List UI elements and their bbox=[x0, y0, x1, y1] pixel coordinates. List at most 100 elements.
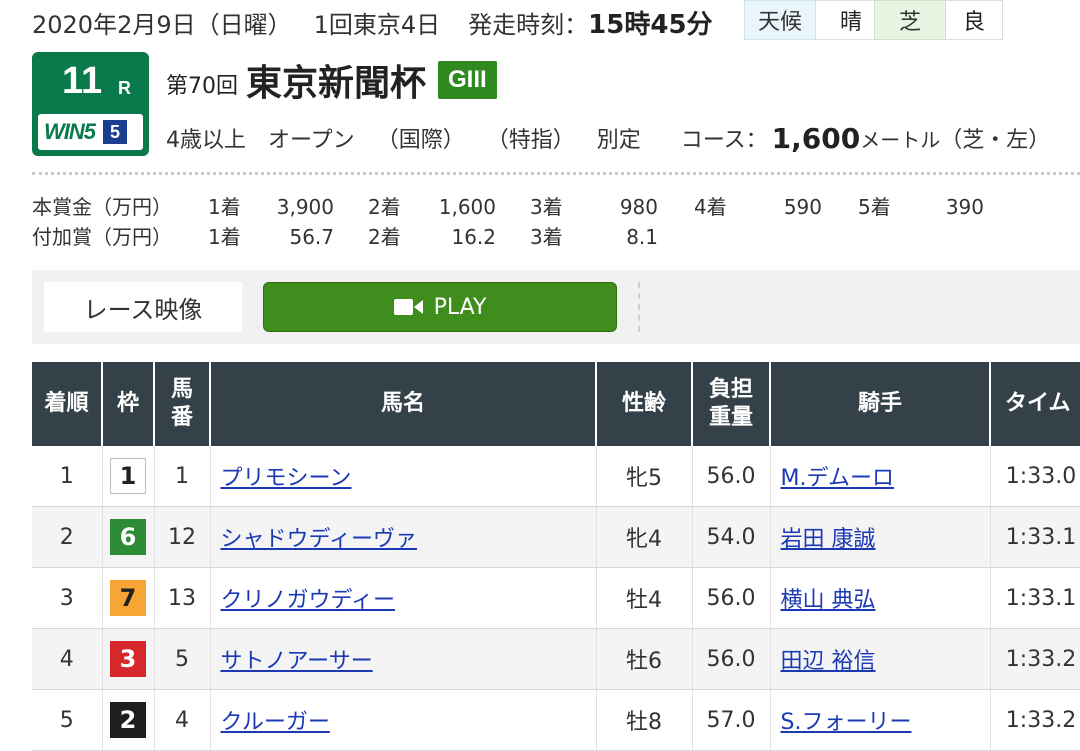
umaban-cell: 4 bbox=[154, 689, 211, 751]
race-title: 第70回 東京新聞杯 GIII bbox=[166, 54, 497, 106]
jockey-cell: 田辺 裕信 bbox=[770, 628, 991, 690]
horse-link[interactable]: クルーガー bbox=[221, 710, 330, 735]
place-label: 2着 bbox=[368, 225, 401, 249]
waku-cell: 2 bbox=[102, 689, 155, 751]
sex-age-cell: 牡8 bbox=[596, 689, 693, 751]
waku-badge: 3 bbox=[110, 641, 146, 677]
weight-cell: 56.0 bbox=[692, 446, 771, 507]
jockey-link[interactable]: 横山 典弘 bbox=[781, 588, 876, 613]
place-label: 1着 bbox=[208, 225, 241, 249]
column-header-weight-line2: 重量 bbox=[708, 405, 753, 430]
race-date: 2020年2月9日（日曜） bbox=[32, 10, 292, 39]
umaban-cell: 5 bbox=[154, 628, 211, 690]
table-row: 3 7 13 クリノガウディー 牡4 56.0 横山 典弘 1:33.1 bbox=[32, 567, 1080, 629]
horse-cell: サトノアーサー bbox=[210, 628, 597, 690]
race-edition: 第70回 bbox=[166, 74, 238, 99]
jockey-link[interactable]: M.デムーロ bbox=[781, 466, 895, 491]
horse-cell: シャドウディーヴァ bbox=[210, 506, 597, 568]
column-header-horse[interactable]: 馬名 bbox=[210, 362, 597, 446]
race-results-table: 着順 枠 馬 番 馬名 性齢 負担 重量 騎手 タイム 1 1 1 プリモシーン… bbox=[32, 362, 1080, 751]
bonus-value: 16.2 bbox=[451, 225, 496, 249]
table-header-row: 着順 枠 馬 番 馬名 性齢 負担 重量 騎手 タイム bbox=[32, 362, 1080, 446]
jockey-cell: M.デムーロ bbox=[770, 446, 991, 507]
table-row: 2 6 12 シャドウディーヴァ 牝4 54.0 岩田 康誠 1:33.1 bbox=[32, 506, 1080, 568]
prize-value: 590 bbox=[783, 195, 822, 219]
weight-cell: 56.0 bbox=[692, 567, 771, 629]
place-label: 2着 bbox=[368, 195, 401, 219]
prize-value: 390 bbox=[945, 195, 984, 219]
horse-link[interactable]: クリノガウディー bbox=[221, 588, 395, 613]
jockey-cell: S.フォーリー bbox=[770, 689, 991, 751]
waku-badge: 6 bbox=[110, 519, 146, 555]
column-header-jockey[interactable]: 騎手 bbox=[770, 362, 991, 446]
column-header-waku[interactable]: 枠 bbox=[102, 362, 155, 446]
waku-badge: 2 bbox=[110, 702, 146, 738]
waku-badge: 1 bbox=[110, 458, 146, 494]
post-time: 15時45分 bbox=[588, 9, 713, 40]
column-header-umaban-line1: 馬 bbox=[170, 377, 193, 402]
column-header-rank[interactable]: 着順 bbox=[32, 362, 103, 446]
jockey-link[interactable]: 田辺 裕信 bbox=[781, 649, 876, 674]
horse-link[interactable]: シャドウディーヴァ bbox=[221, 527, 417, 552]
grade-badge: GIII bbox=[438, 61, 497, 99]
jockey-cell: 横山 典弘 bbox=[770, 567, 991, 629]
win5-leg-number: 5 bbox=[103, 120, 127, 144]
track-condition-value: 良 bbox=[946, 0, 1003, 40]
column-header-sex-age[interactable]: 性齢 bbox=[596, 362, 693, 446]
time-cell: 1:33.1 bbox=[990, 567, 1080, 629]
place-label: 4着 bbox=[694, 195, 727, 219]
race-video-label: レース映像 bbox=[44, 282, 242, 332]
bonus-prize-label: 付加賞（万円） bbox=[32, 225, 172, 249]
sex-age-cell: 牝4 bbox=[596, 506, 693, 568]
bonus-value: 56.7 bbox=[289, 225, 334, 249]
place-label: 3着 bbox=[530, 225, 563, 249]
race-name: 東京新聞杯 bbox=[246, 63, 427, 104]
time-cell: 1:33.2 bbox=[990, 689, 1080, 751]
weather-label: 天候 bbox=[744, 0, 816, 40]
results-body: 1 1 1 プリモシーン 牝5 56.0 M.デムーロ 1:33.0 2 6 1… bbox=[32, 446, 1080, 751]
umaban-cell: 12 bbox=[154, 506, 211, 568]
main-prize-row: 本賞金（万円） 1着 3,900 2着 1,600 3着 980 4着 590 … bbox=[32, 192, 1072, 222]
play-video-button[interactable]: PLAY bbox=[263, 282, 617, 332]
weight-rule: 別定 bbox=[596, 128, 641, 153]
designation-tag: （特指） bbox=[486, 128, 575, 153]
rank-cell: 1 bbox=[32, 446, 103, 507]
dotted-divider bbox=[32, 172, 1080, 175]
horse-cell: クルーガー bbox=[210, 689, 597, 751]
column-header-time[interactable]: タイム bbox=[990, 362, 1080, 446]
meeting-info: 1回東京4日 bbox=[313, 10, 441, 39]
race-header-line: 2020年2月9日（日曜） 1回東京4日 発走時刻： 15時45分 bbox=[32, 4, 713, 40]
sex-age-cell: 牡6 bbox=[596, 628, 693, 690]
table-row: 4 3 5 サトノアーサー 牡6 56.0 田辺 裕信 1:33.2 bbox=[32, 628, 1080, 690]
track-type-label: 芝 bbox=[874, 0, 946, 40]
rank-cell: 4 bbox=[32, 628, 103, 690]
column-header-weight-line1: 負担 bbox=[708, 377, 753, 402]
weight-cell: 56.0 bbox=[692, 628, 771, 690]
horse-cell: クリノガウディー bbox=[210, 567, 597, 629]
course-label: コース： bbox=[680, 128, 768, 153]
track-condition-box: 芝 良 bbox=[874, 0, 1003, 40]
time-cell: 1:33.2 bbox=[990, 628, 1080, 690]
column-header-umaban-line2: 番 bbox=[170, 405, 193, 430]
table-row: 1 1 1 プリモシーン 牝5 56.0 M.デムーロ 1:33.0 bbox=[32, 446, 1080, 507]
jockey-link[interactable]: S.フォーリー bbox=[781, 710, 912, 735]
column-header-weight[interactable]: 負担 重量 bbox=[692, 362, 771, 446]
weight-cell: 54.0 bbox=[692, 506, 771, 568]
bonus-value: 8.1 bbox=[626, 225, 658, 249]
horse-link[interactable]: サトノアーサー bbox=[221, 649, 373, 674]
column-header-umaban[interactable]: 馬 番 bbox=[154, 362, 211, 446]
win5-badge: WIN5 5 bbox=[38, 114, 143, 150]
waku-cell: 3 bbox=[102, 628, 155, 690]
international-tag: （国際） bbox=[376, 128, 465, 153]
waku-cell: 7 bbox=[102, 567, 155, 629]
horse-link[interactable]: プリモシーン bbox=[221, 466, 352, 491]
main-prize-label: 本賞金（万円） bbox=[32, 195, 172, 219]
rank-cell: 5 bbox=[32, 689, 103, 751]
prize-value: 1,600 bbox=[438, 195, 496, 219]
waku-cell: 1 bbox=[102, 446, 155, 507]
place-label: 5着 bbox=[858, 195, 891, 219]
horse-cell: プリモシーン bbox=[210, 446, 597, 507]
jockey-link[interactable]: 岩田 康誠 bbox=[781, 527, 876, 552]
video-camera-icon bbox=[393, 299, 423, 315]
place-label: 1着 bbox=[208, 195, 241, 219]
